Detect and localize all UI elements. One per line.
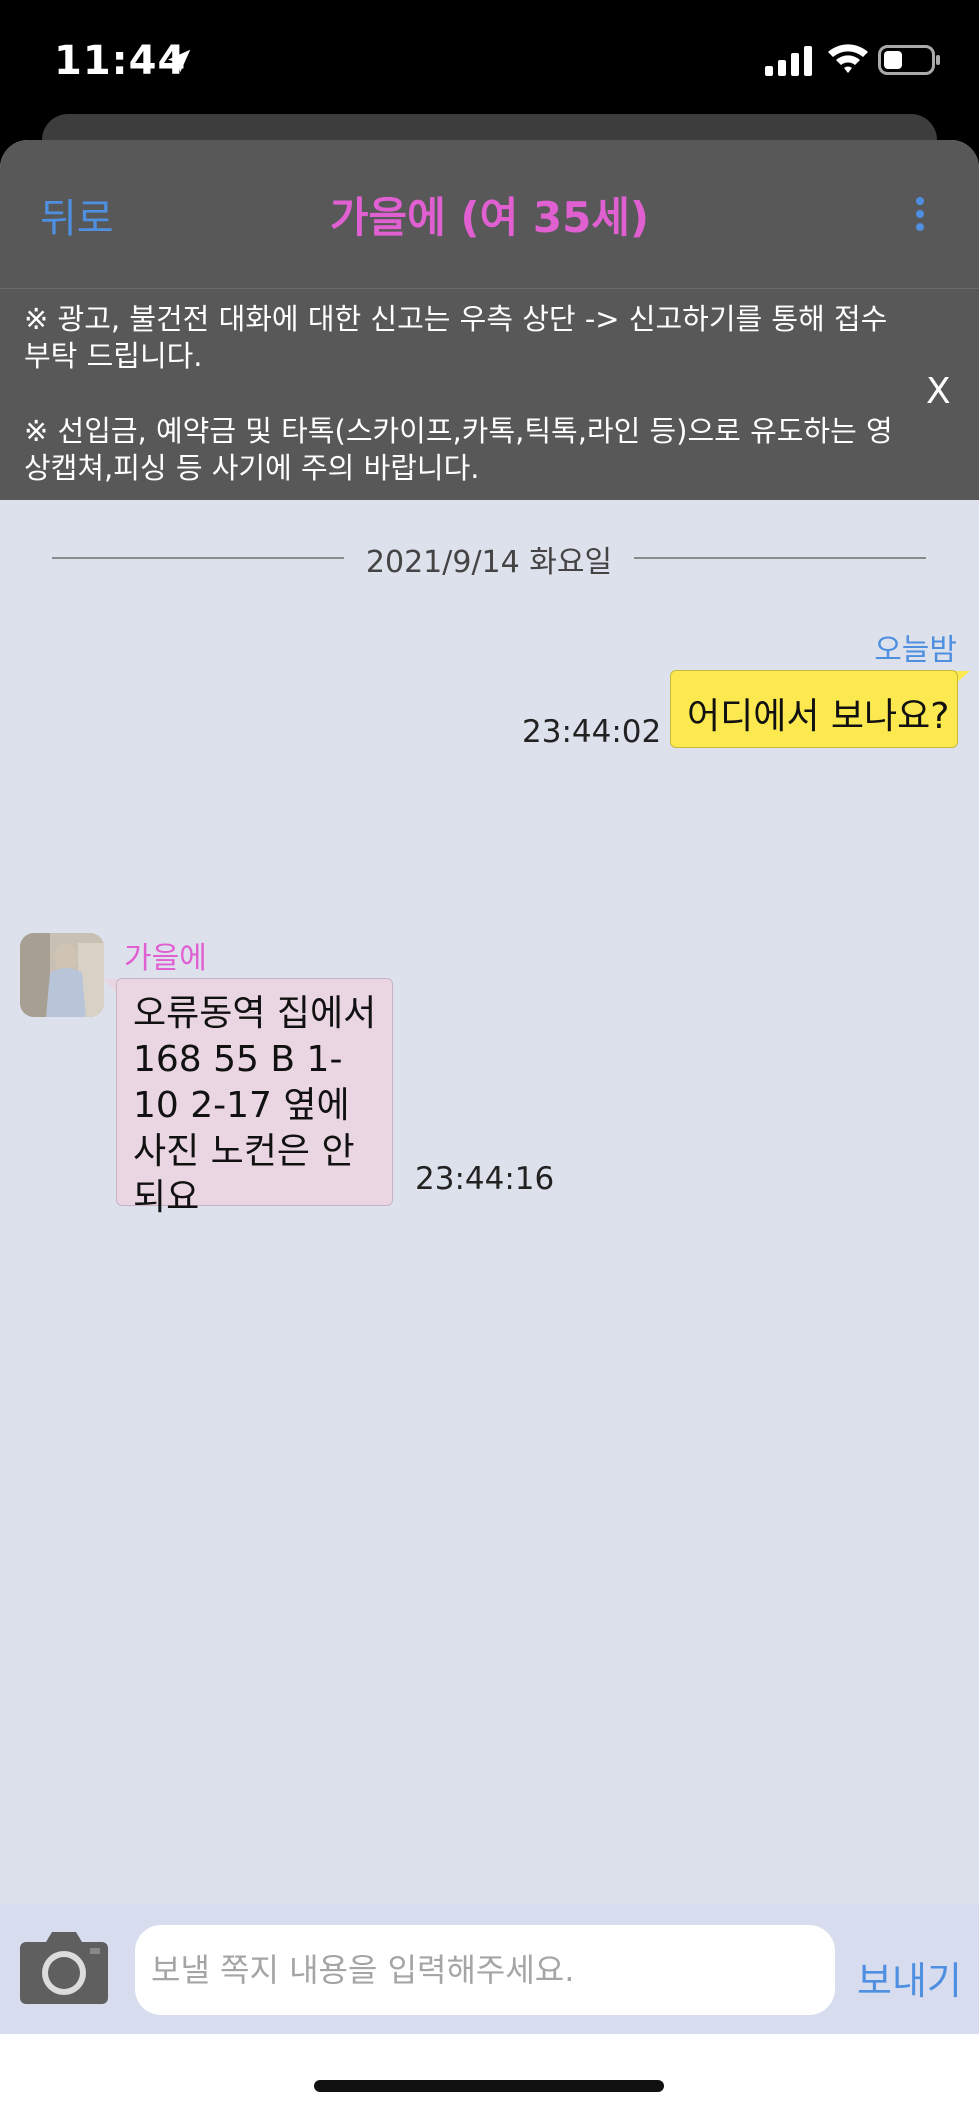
my-message-text: 어디에서 보나요? [687,696,950,737]
chat-title: 가을에 (여 35세) [329,193,650,242]
date-divider-line [634,557,926,559]
more-options-icon[interactable] [912,196,928,232]
warning-notice: ※ 광고, 불건전 대화에 대한 신고는 우측 상단 -> 신고하기를 통해 접… [0,289,979,500]
notice-report-text: ※ 광고, 불건전 대화에 대한 신고는 우측 상단 -> 신고하기를 통해 접… [24,302,888,373]
their-message-bubble[interactable]: 오류동역 집에서 168 55 B 1-10 2-17 옆에 사진 노컨은 안 … [116,978,393,1218]
their-sender-name: 가을에 [124,941,207,976]
send-button[interactable]: 보내기 [857,1950,962,2005]
location-arrow-icon [167,49,191,73]
home-indicator-area [0,2034,979,2122]
my-message-bubble[interactable]: 어디에서 보나요? [670,670,958,748]
date-divider-line [52,557,344,559]
notice-close-button[interactable]: X [926,373,951,410]
their-message-time: 23:44:16 [415,1161,555,1197]
composer-bar: 보내기 [0,1904,979,2034]
message-list[interactable]: 2021/9/14 화요일 오늘밤 어디에서 보나요? 23:44:02 가을에… [0,501,979,1903]
notice-scam-text: ※ 선입금, 예약금 및 타톡(스카이프,카톡,틱톡,라인 등)으로 유도하는 … [24,414,893,485]
chat-header: 뒤로 가을에 (여 35세) [0,140,979,289]
profile-photo-icon [20,933,104,1017]
cellular-signal-icon [765,46,812,76]
my-message-time: 23:44:02 [522,714,662,750]
status-bar: 11:44 [0,0,979,115]
date-divider-label: 2021/9/14 화요일 [365,545,613,580]
wifi-icon [828,44,868,73]
avatar[interactable] [20,933,104,1017]
chat-sheet: 뒤로 가을에 (여 35세) ※ 광고, 불건전 대화에 대한 신고는 우측 상… [0,140,979,2122]
camera-icon[interactable] [18,1928,110,2008]
their-message-text: 오류동역 집에서 168 55 B 1-10 2-17 옆에 사진 노컨은 안 … [133,993,377,1218]
battery-icon [878,45,940,75]
message-input[interactable] [135,1925,835,2015]
my-sender-name: 오늘밤 [874,633,957,668]
home-indicator[interactable] [314,2080,664,2092]
